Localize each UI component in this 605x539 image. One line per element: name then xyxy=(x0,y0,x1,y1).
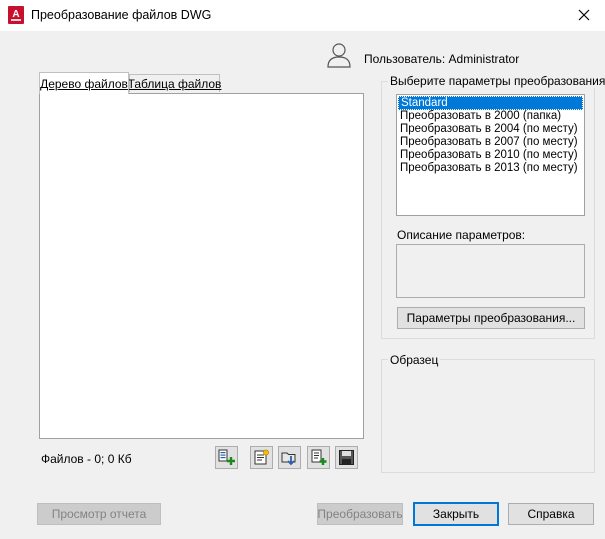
convert-button[interactable]: Преобразовать xyxy=(317,503,403,525)
file-tree-panel[interactable] xyxy=(39,93,364,439)
close-button-label: Закрыть xyxy=(432,507,480,521)
tab-file-table[interactable]: Таблица файлов xyxy=(127,74,222,92)
conversion-params-button[interactable]: Параметры преобразования... xyxy=(397,307,585,329)
append-file-icon xyxy=(311,449,327,465)
params-list-item[interactable]: Преобразовать в 2013 (по месту) xyxy=(398,162,583,175)
save-button[interactable] xyxy=(335,446,358,469)
conversion-params-list[interactable]: Standard Преобразовать в 2000 (папка) Пр… xyxy=(396,94,585,216)
params-list-item[interactable]: Преобразовать в 2007 (по месту) xyxy=(398,136,583,149)
params-description-label: Описание параметров: xyxy=(397,228,526,242)
user-icon xyxy=(326,42,352,68)
params-list-item[interactable]: Standard xyxy=(398,96,583,110)
view-report-button[interactable]: Просмотр отчета xyxy=(37,503,161,525)
help-button-label: Справка xyxy=(527,507,575,521)
conversion-params-legend: Выберите параметры преобразования xyxy=(388,74,605,88)
view-report-button-label: Просмотр отчета xyxy=(51,507,147,521)
svg-text:A: A xyxy=(12,9,19,20)
notes-button[interactable] xyxy=(250,446,273,469)
user-label: Пользователь: Administrator xyxy=(364,52,520,66)
add-file-icon xyxy=(218,449,235,465)
params-list-item[interactable]: Преобразовать в 2010 (по месту) xyxy=(398,149,583,162)
files-count: Файлов - 0; 0 Кб xyxy=(41,452,132,466)
notes-icon xyxy=(254,449,269,465)
tab-file-tree[interactable]: Дерево файлов xyxy=(39,72,129,94)
conversion-params-button-label: Параметры преобразования... xyxy=(406,311,576,325)
save-icon xyxy=(339,450,354,465)
close-button[interactable]: Закрыть xyxy=(413,502,499,526)
dwg-convert-dialog: { "window": { "title": "Преобразование ф… xyxy=(0,0,605,539)
params-description-box xyxy=(396,244,585,298)
tab-file-tree-label: Дерево файлов xyxy=(40,76,128,91)
sample-group xyxy=(381,359,595,473)
close-icon xyxy=(578,9,590,21)
open-folder-button[interactable] xyxy=(278,446,301,469)
add-file-button[interactable] xyxy=(215,446,238,469)
tab-file-table-label: Таблица файлов xyxy=(127,76,222,91)
window-title: Преобразование файлов DWG xyxy=(31,8,212,22)
help-button[interactable]: Справка xyxy=(508,503,594,525)
convert-button-label: Преобразовать xyxy=(317,507,403,521)
open-folder-icon xyxy=(281,452,296,466)
append-file-button[interactable] xyxy=(307,446,330,469)
params-list-item[interactable]: Преобразовать в 2004 (по месту) xyxy=(398,123,583,136)
params-list-item[interactable]: Преобразовать в 2000 (папка) xyxy=(398,110,583,123)
window-close-button[interactable] xyxy=(570,3,598,27)
sample-legend: Образец xyxy=(388,353,441,367)
autocad-app-icon: A xyxy=(8,6,24,24)
